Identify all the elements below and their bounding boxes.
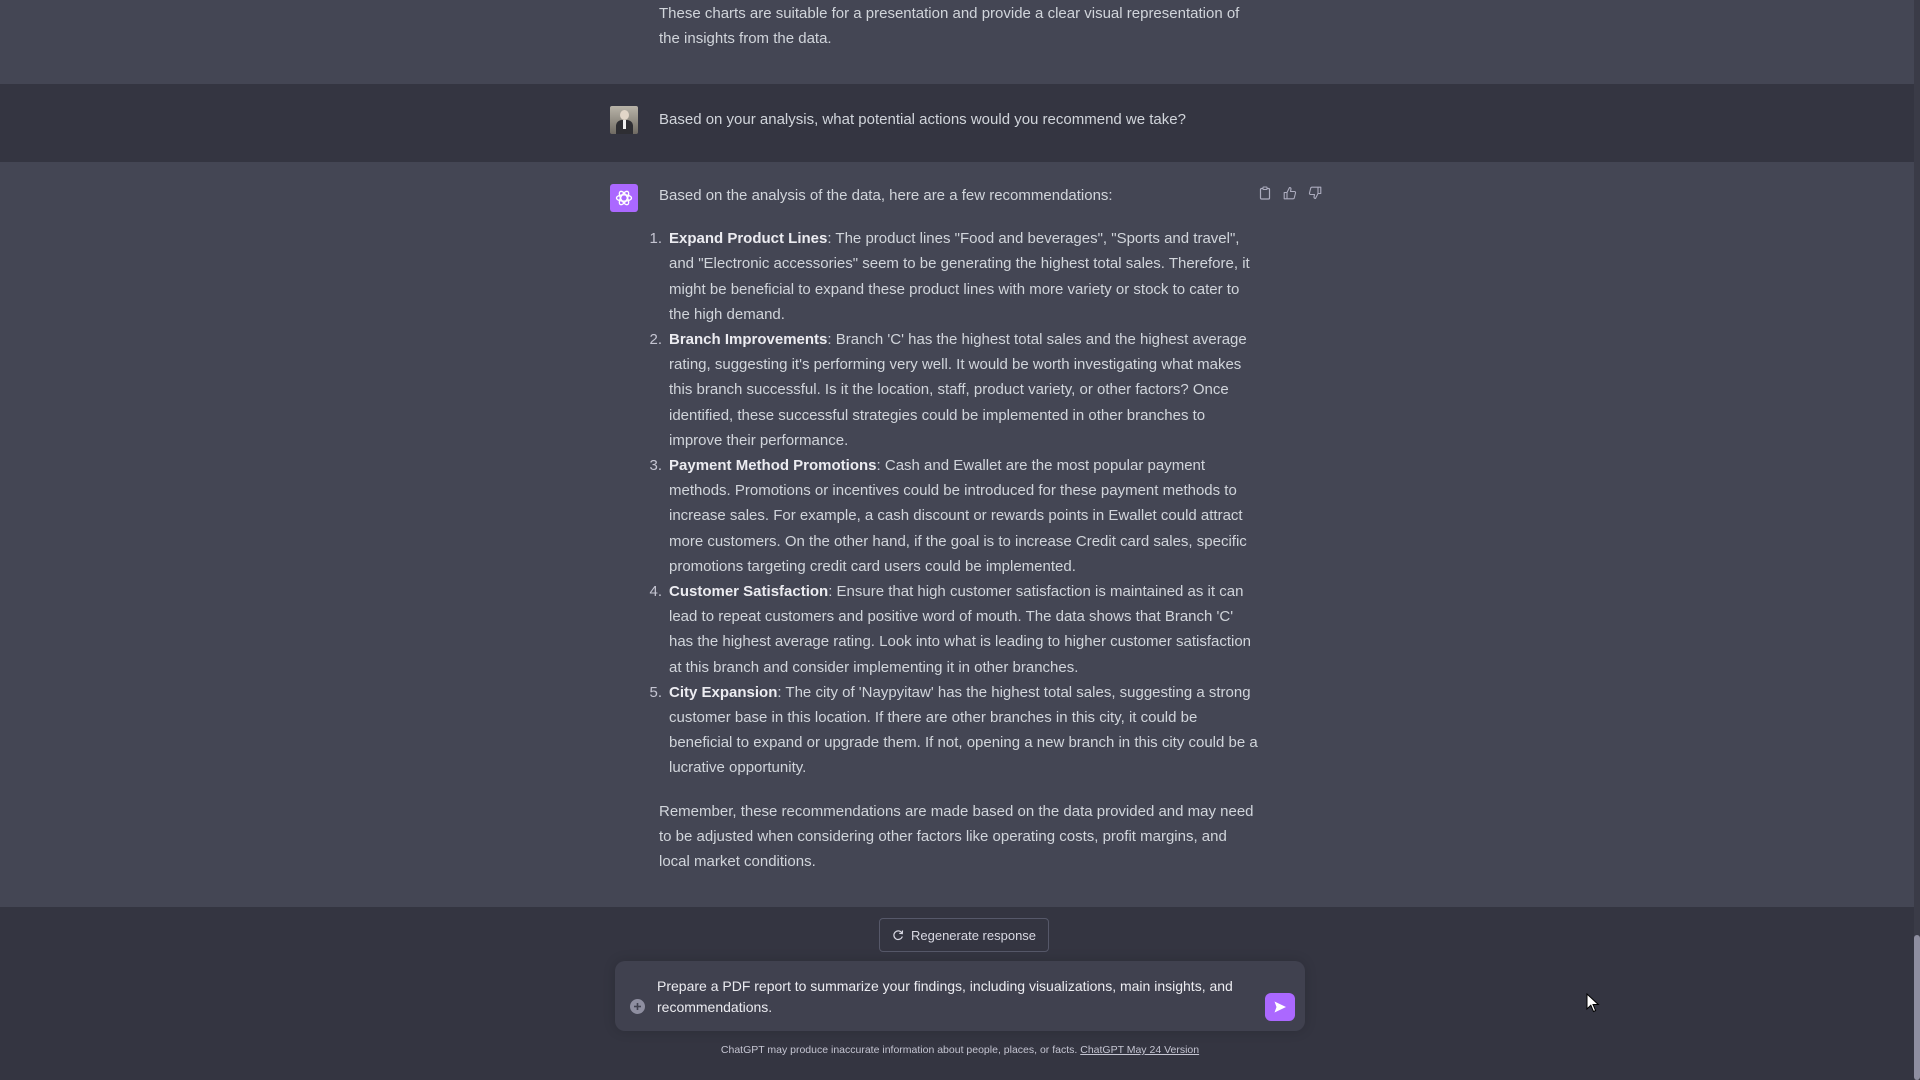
user-message: Based on your analysis, what potential a… xyxy=(0,84,1914,162)
list-number: 2. xyxy=(649,331,662,349)
regenerate-label: Regenerate response xyxy=(911,927,1037,943)
message-actions xyxy=(1257,185,1323,201)
copy-icon xyxy=(1259,186,1271,200)
regenerate-response-button[interactable]: Regenerate response xyxy=(879,918,1050,952)
recommendation-title: Branch Improvements xyxy=(669,331,828,349)
cursor-icon xyxy=(1586,993,1600,1013)
message-input[interactable]: Prepare a PDF report to summarize your f… xyxy=(657,976,1257,1018)
user-message-text: Based on your analysis, what potential a… xyxy=(659,111,1186,128)
thumbs-up-icon xyxy=(1283,186,1297,200)
list-number: 5. xyxy=(649,683,662,701)
list-item: 3. Payment Method Promotions: Cash and E… xyxy=(649,453,1259,579)
assistant-closing: Remember, these recommendations are made… xyxy=(659,802,1254,871)
chat-page: These charts are suitable for a presenta… xyxy=(0,0,1920,1080)
footer-disclaimer: ChatGPT may produce inaccurate informati… xyxy=(0,1044,1920,1056)
refresh-icon xyxy=(893,930,904,941)
list-item: 5. City Expansion: The city of 'Naypyita… xyxy=(649,680,1259,781)
recommendation-text: : Cash and Ewallet are the most popular … xyxy=(669,457,1247,575)
list-number: 3. xyxy=(649,457,662,475)
assistant-message: Based on the analysis of the data, here … xyxy=(0,162,1914,907)
send-button[interactable] xyxy=(1265,993,1295,1021)
recommendation-title: City Expansion xyxy=(669,683,778,701)
thumbs-down-icon xyxy=(1308,186,1322,200)
assistant-intro: Based on the analysis of the data, here … xyxy=(659,187,1113,204)
previous-message-text: These charts are suitable for a presenta… xyxy=(659,5,1240,47)
version-link[interactable]: ChatGPT May 24 Version xyxy=(1080,1044,1199,1056)
recommendation-title: Customer Satisfaction xyxy=(669,583,829,601)
previous-assistant-message: These charts are suitable for a presenta… xyxy=(0,0,1914,85)
list-item: 2. Branch Improvements: Branch 'C' has t… xyxy=(649,327,1259,453)
recommendation-title: Payment Method Promotions xyxy=(669,457,877,475)
scrollbar-thumb[interactable] xyxy=(1914,935,1920,1080)
copy-button[interactable] xyxy=(1257,185,1273,201)
disclaimer-text: ChatGPT may produce inaccurate informati… xyxy=(720,1044,1081,1056)
scrollbar-track[interactable] xyxy=(1914,0,1920,1080)
user-avatar xyxy=(610,106,638,134)
message-composer[interactable]: Prepare a PDF report to summarize your f… xyxy=(615,961,1305,1031)
recommendations-list: 1. Expand Product Lines: The product lin… xyxy=(649,226,1259,781)
list-number: 4. xyxy=(649,583,662,601)
assistant-message-body: Based on the analysis of the data, here … xyxy=(649,183,1259,874)
thumbs-down-button[interactable] xyxy=(1307,185,1323,201)
send-icon xyxy=(1274,1001,1286,1013)
list-item: 1. Expand Product Lines: The product lin… xyxy=(649,226,1259,327)
recommendation-text: : Branch 'C' has the highest total sales… xyxy=(669,331,1247,449)
plus-icon[interactable] xyxy=(630,999,645,1014)
list-item: 4. Customer Satisfaction: Ensure that hi… xyxy=(649,579,1259,680)
thumbs-up-button[interactable] xyxy=(1282,185,1298,201)
list-number: 1. xyxy=(649,230,662,248)
chatgpt-logo-icon xyxy=(610,184,638,212)
recommendation-title: Expand Product Lines xyxy=(669,230,828,248)
